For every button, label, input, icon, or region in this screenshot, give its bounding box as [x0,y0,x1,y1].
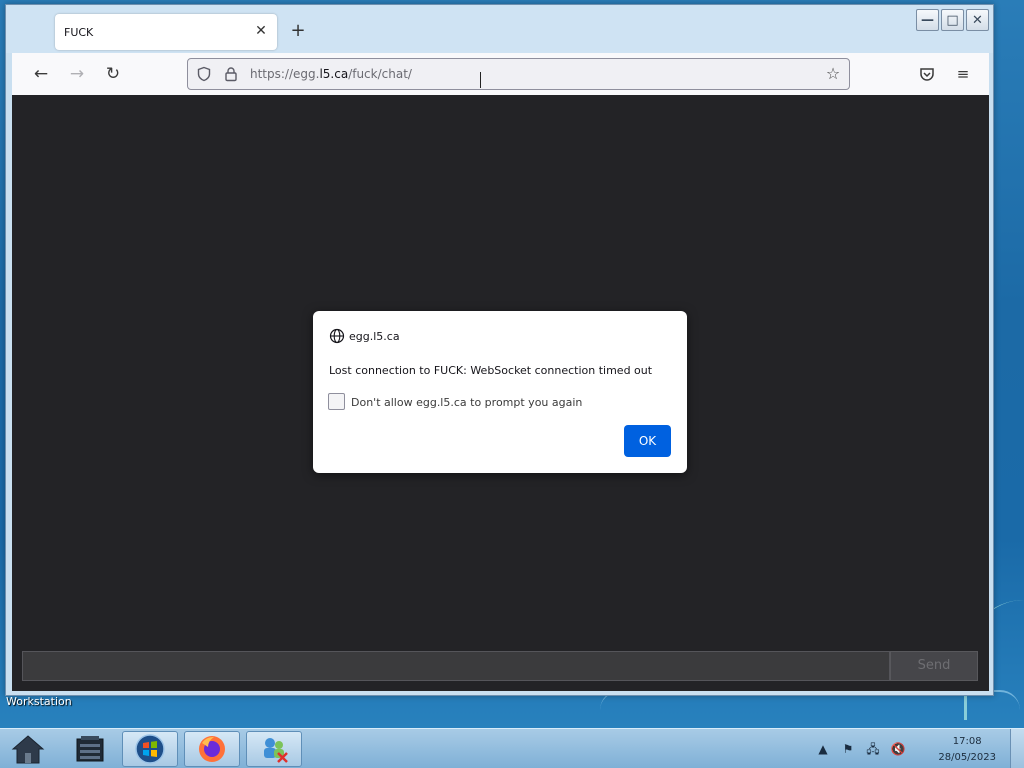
url-path: /fuck/chat/ [348,67,412,81]
clock-date: 28/05/2023 [938,752,996,763]
globe-icon [329,328,345,344]
network-users-icon[interactable] [246,731,302,767]
network-icon[interactable]: 🖧 [863,739,883,759]
tab-title: FUCK [64,25,94,39]
tab-active[interactable]: FUCK ✕ [55,14,277,50]
desktop-label: Workstation [6,695,72,708]
send-button[interactable]: Send [890,651,978,681]
bookmark-star-icon[interactable]: ☆ [824,65,842,83]
tab-close-icon[interactable]: ✕ [253,23,269,39]
dialog-message: Lost connection to FUCK: WebSocket conne… [329,364,653,377]
file-manager-icon[interactable] [62,731,118,767]
hamburger-menu-icon[interactable]: ≡ [953,64,973,84]
pocket-icon[interactable] [917,64,937,84]
minimize-button[interactable]: — [916,9,939,31]
alert-dialog: egg.l5.ca Lost connection to FUCK: WebSo… [313,311,687,473]
show-desktop-button[interactable] [1010,729,1024,768]
chat-message-input[interactable] [22,651,890,681]
dont-allow-label[interactable]: Don't allow egg.l5.ca to prompt you agai… [351,396,582,409]
url-host: l5.ca [319,67,349,81]
firefox-icon[interactable] [184,731,240,767]
taskbar: ▲ ⚑ 🖧 🔇 17:08 28/05/2023 [0,728,1024,768]
maximize-button[interactable]: □ [941,9,964,31]
url-bar[interactable]: https://egg.l5.ca/fuck/chat/ ☆ [187,58,850,90]
dialog-origin: egg.l5.ca [329,328,400,344]
reload-icon[interactable]: ↻ [103,64,123,84]
volume-muted-icon[interactable]: 🔇 [888,739,908,759]
dont-allow-checkbox[interactable] [328,393,345,410]
url-text[interactable]: https://egg.l5.ca/fuck/chat/ [250,67,412,81]
title-bar: FUCK ✕ + — □ ✕ [6,5,993,53]
lock-icon[interactable] [223,66,239,82]
forward-arrow-icon[interactable]: → [67,64,87,84]
url-prefix: https://egg. [250,67,320,81]
close-window-button[interactable]: ✕ [966,9,989,31]
window-controls: — □ ✕ [916,9,989,31]
clock-time: 17:08 [952,736,982,747]
new-tab-button[interactable]: + [288,21,308,41]
nav-toolbar: ← → ↻ https://egg.l5.ca/fuck/chat/ ☆ ≡ [12,53,989,95]
back-arrow-icon[interactable]: ← [31,64,51,84]
tracking-shield-icon[interactable] [196,66,212,82]
action-center-flag-icon[interactable]: ⚑ [838,739,858,759]
clock[interactable]: 17:08 28/05/2023 [938,734,996,766]
start-menu-icon[interactable] [122,731,178,767]
home-icon[interactable] [0,731,56,767]
text-cursor-icon [480,72,486,88]
dialog-host-label: egg.l5.ca [349,329,400,343]
show-hidden-icons-chevron-icon[interactable]: ▲ [813,739,833,759]
ok-button[interactable]: OK [624,425,671,457]
